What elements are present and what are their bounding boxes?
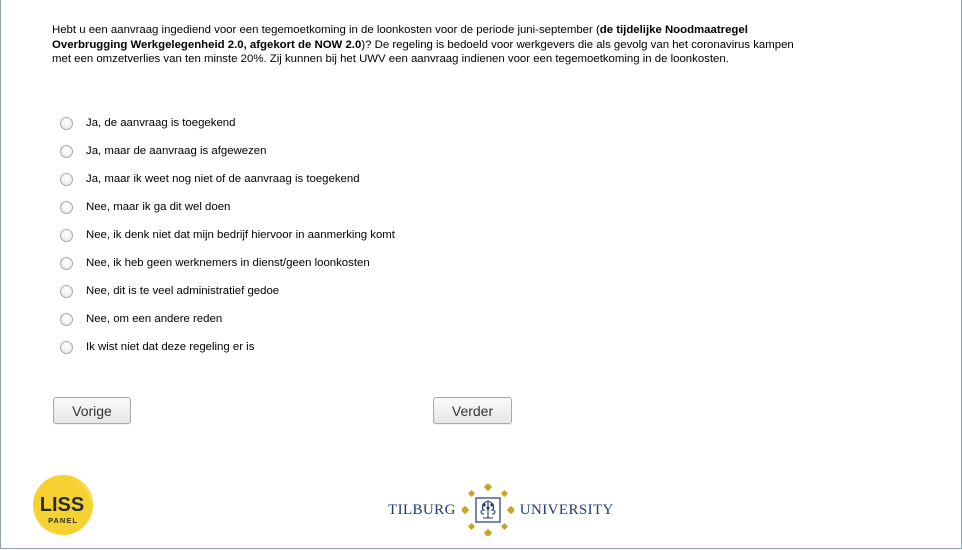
option-label: Nee, ik heb geen werknemers in dienst/ge… xyxy=(86,257,370,269)
previous-button[interactable]: Vorige xyxy=(53,397,131,424)
option-label: Ja, maar de aanvraag is afgewezen xyxy=(86,145,267,157)
survey-page: Hebt u een aanvraag ingediend voor een t… xyxy=(0,0,962,549)
university-word: UNIVERSITY xyxy=(519,501,614,518)
option-label: Nee, dit is te veel administratief gedoe xyxy=(86,285,280,297)
option-label: Ja, de aanvraag is toegekend xyxy=(86,117,236,129)
option-label: Nee, om een andere reden xyxy=(86,313,223,325)
liss-logo-text: LISS xyxy=(40,494,84,516)
option-wist-niet[interactable]: Ik wist niet dat deze regeling er is xyxy=(60,333,395,361)
liss-logo-subtext: PANEL xyxy=(48,516,78,525)
liss-panel-logo: LISS PANEL xyxy=(33,475,93,535)
radio-button[interactable] xyxy=(60,200,73,214)
radio-button[interactable] xyxy=(60,116,73,130)
option-label: Ja, maar ik weet nog niet of de aanvraag… xyxy=(86,173,360,185)
option-ja-afgewezen[interactable]: Ja, maar de aanvraag is afgewezen xyxy=(60,137,395,165)
question-text: Hebt u een aanvraag ingediend voor een t… xyxy=(52,23,797,67)
option-label: Nee, ik denk niet dat mijn bedrijf hierv… xyxy=(86,229,395,241)
option-nee-geen-werknemers[interactable]: Nee, ik heb geen werknemers in dienst/ge… xyxy=(60,249,395,277)
option-nee-administratief-gedoe[interactable]: Nee, dit is te veel administratief gedoe xyxy=(60,277,395,305)
option-nee-niet-in-aanmerking[interactable]: Nee, ik denk niet dat mijn bedrijf hierv… xyxy=(60,221,395,249)
option-nee-andere-reden[interactable]: Nee, om een andere reden xyxy=(60,305,395,333)
tilburg-emblem-icon xyxy=(461,484,514,536)
radio-button[interactable] xyxy=(60,312,73,326)
radio-button[interactable] xyxy=(60,340,73,354)
question-text-intro: Hebt u een aanvraag ingediend voor een t… xyxy=(52,24,600,36)
next-button[interactable]: Verder xyxy=(433,397,512,424)
option-label: Nee, maar ik ga dit wel doen xyxy=(86,201,231,213)
radio-button[interactable] xyxy=(60,144,73,158)
radio-button[interactable] xyxy=(60,172,73,186)
option-nee-ga-doen[interactable]: Nee, maar ik ga dit wel doen xyxy=(60,193,395,221)
radio-button[interactable] xyxy=(60,228,73,242)
radio-button[interactable] xyxy=(60,284,73,298)
answer-options: Ja, de aanvraag is toegekend Ja, maar de… xyxy=(60,109,395,361)
tilburg-university-logo: TILBURG UNIVERSITY xyxy=(388,484,614,536)
option-ja-toegekend[interactable]: Ja, de aanvraag is toegekend xyxy=(60,109,395,137)
option-label: Ik wist niet dat deze regeling er is xyxy=(86,341,255,353)
tilburg-word: TILBURG xyxy=(388,501,456,518)
option-ja-onbekend[interactable]: Ja, maar ik weet nog niet of de aanvraag… xyxy=(60,165,395,193)
radio-button[interactable] xyxy=(60,256,73,270)
